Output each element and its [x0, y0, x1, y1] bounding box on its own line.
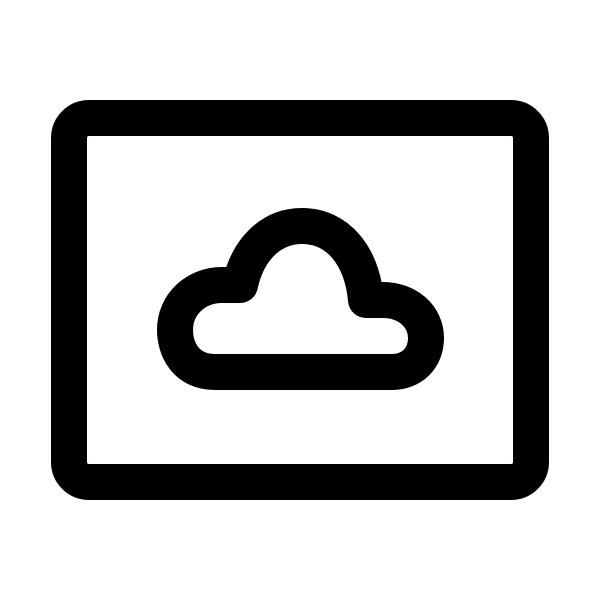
cloud-in-frame-icon	[51, 100, 549, 500]
frame-outline	[51, 100, 549, 500]
cloud-shape	[157, 208, 444, 390]
icon-canvas	[0, 0, 600, 600]
